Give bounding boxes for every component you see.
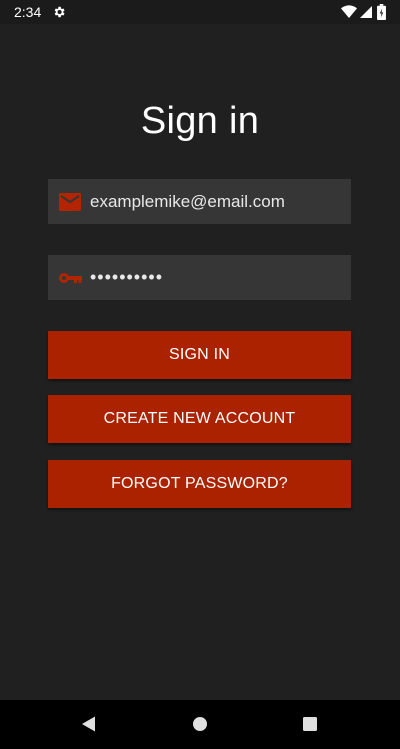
sign-in-button[interactable]: SIGN IN xyxy=(48,331,351,379)
home-icon[interactable] xyxy=(191,715,209,733)
recents-icon[interactable] xyxy=(302,716,318,732)
navigation-bar xyxy=(0,700,400,749)
sign-in-screen: 2:34 Sign in examplemike@email.com •••••… xyxy=(0,0,400,749)
status-time: 2:34 xyxy=(14,4,42,20)
email-input[interactable] xyxy=(90,179,351,224)
email-icon xyxy=(58,190,82,214)
wifi-icon xyxy=(341,5,357,18)
battery-icon xyxy=(377,4,386,20)
forgot-password-button[interactable]: FORGOT PASSWORD? xyxy=(48,460,351,508)
signal-icon xyxy=(360,6,372,18)
key-icon xyxy=(58,266,82,290)
page-title: Sign in xyxy=(140,100,260,142)
create-account-button[interactable]: CREATE NEW ACCOUNT xyxy=(48,395,351,443)
status-bar: 2:34 xyxy=(0,0,400,24)
back-icon[interactable] xyxy=(80,715,98,733)
password-field[interactable] xyxy=(48,255,351,300)
gear-icon xyxy=(54,6,65,18)
password-input[interactable] xyxy=(90,255,351,300)
email-field[interactable] xyxy=(48,179,351,224)
